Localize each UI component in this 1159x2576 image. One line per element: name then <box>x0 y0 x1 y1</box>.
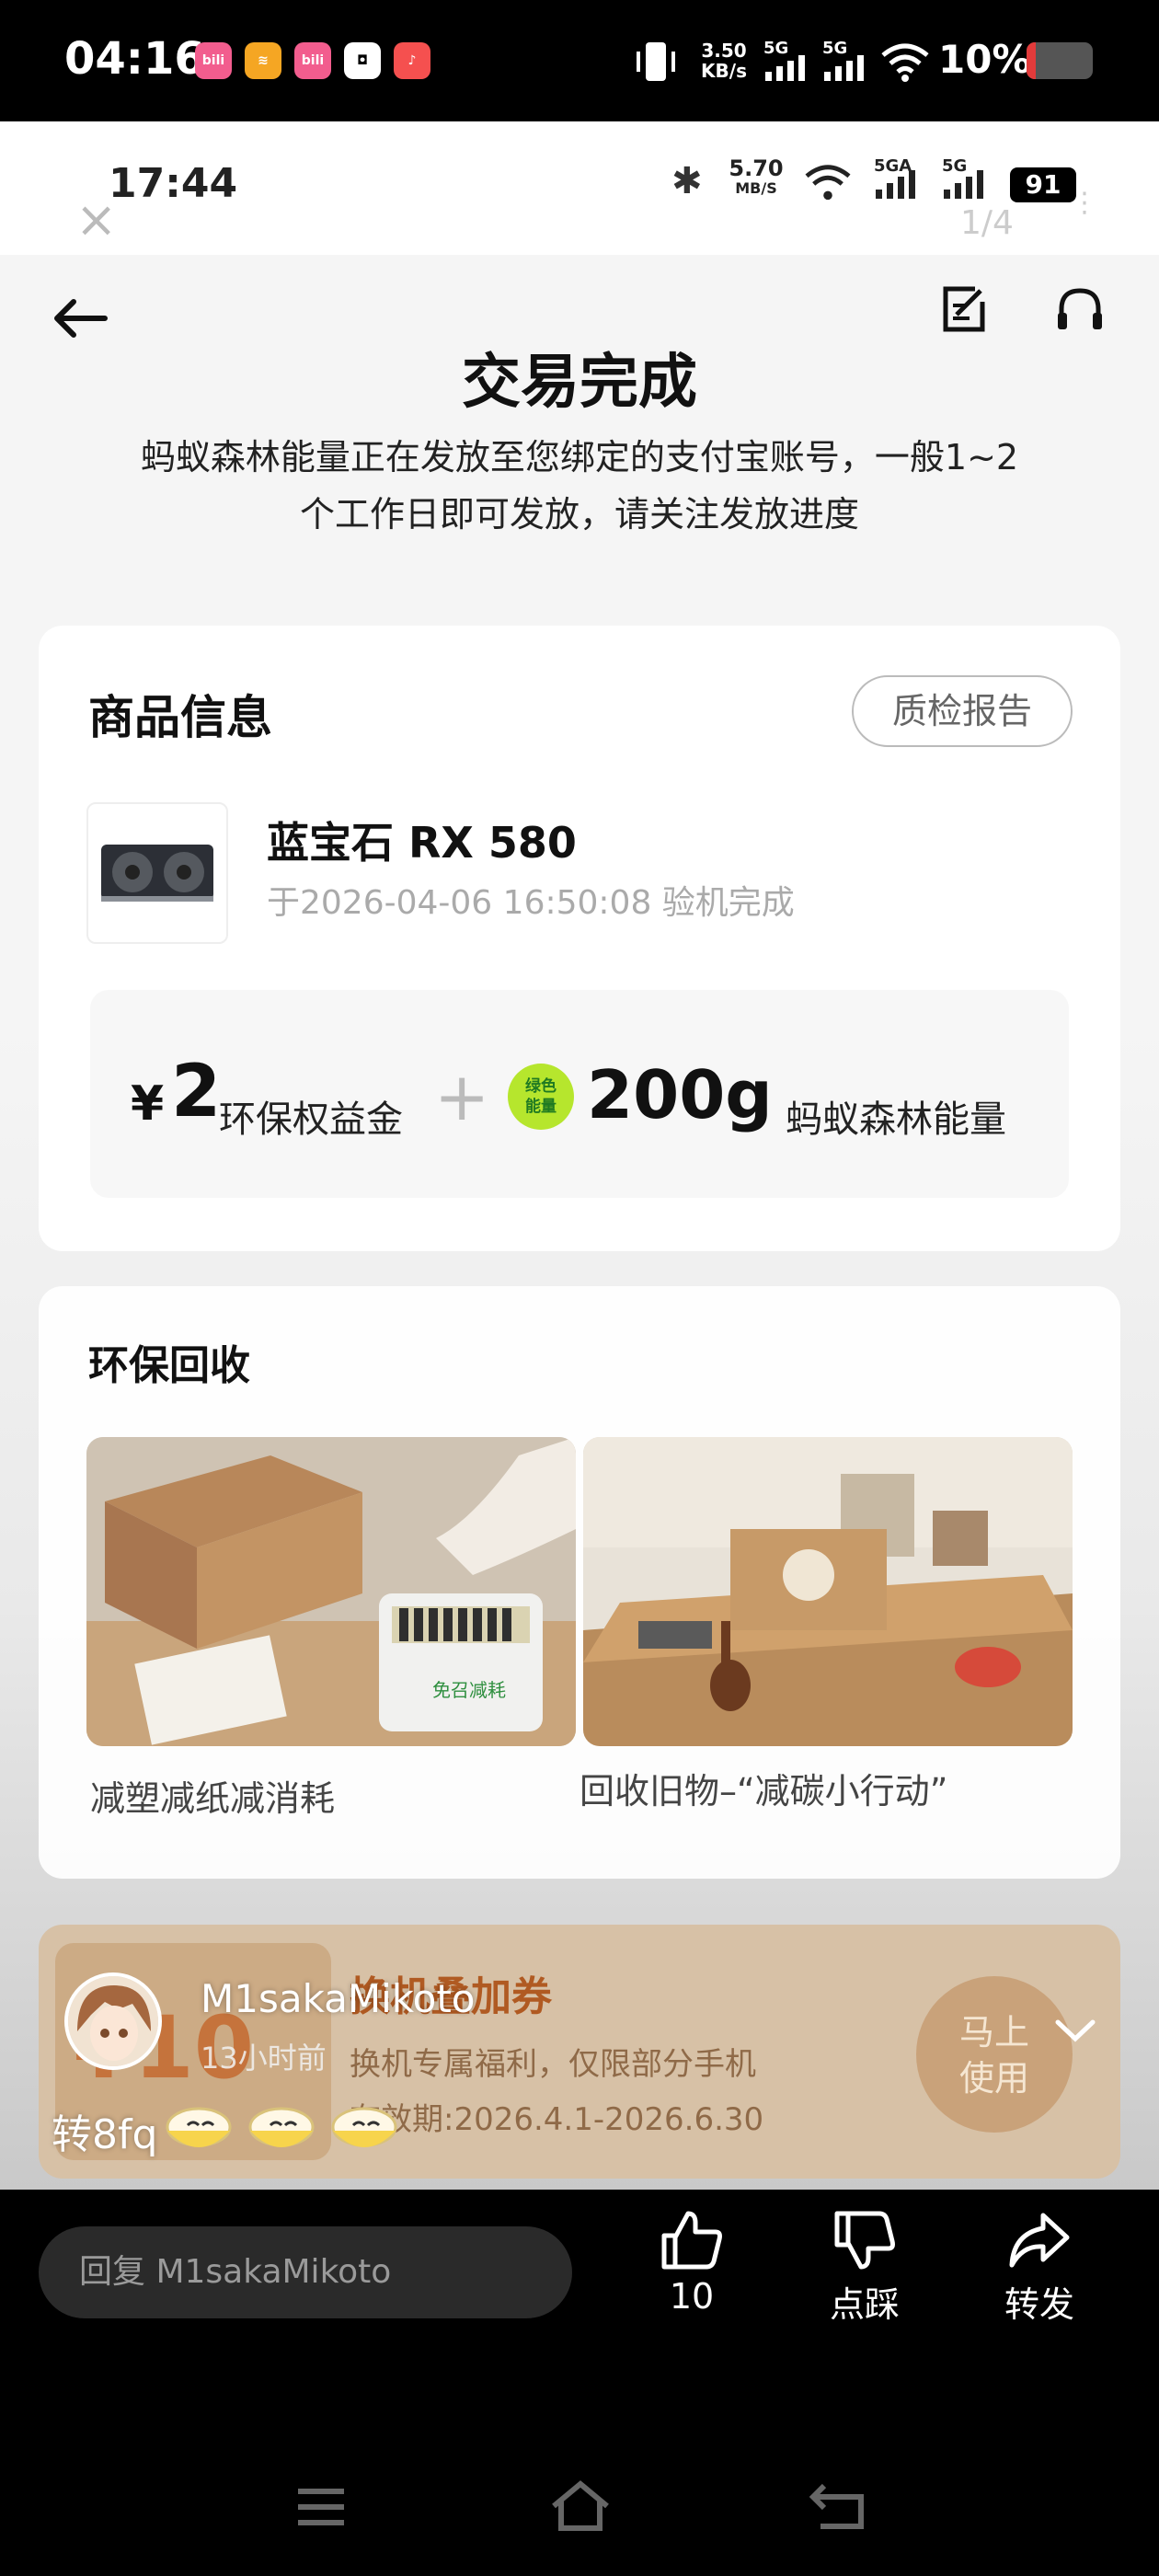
comment-text: 转8fq <box>52 2111 158 2158</box>
comment-time: 13小时前 <box>201 2041 327 2076</box>
menu-nav-icon[interactable] <box>293 2484 350 2530</box>
currency-symbol: ¥ <box>131 1076 165 1132</box>
bluetooth-icon: ✱ <box>671 160 703 202</box>
emoji-row <box>166 2107 397 2147</box>
inner-clock: 17:44 <box>109 160 238 207</box>
product-thumbnail[interactable] <box>86 802 228 944</box>
anime-avatar-image <box>68 1976 158 2066</box>
inner-net-speed: 5.70 MB/S <box>729 155 784 197</box>
green-energy-badge: 绿色 能量 <box>508 1064 574 1130</box>
product-name: 蓝宝石 RX 580 <box>267 818 577 868</box>
graphics-card-image <box>101 845 213 902</box>
battery-icon <box>1027 42 1093 79</box>
bilibili-app-icon: bili <box>195 42 232 79</box>
notification-app-icon: ≋ <box>245 42 281 79</box>
signal-icon-2 <box>824 55 864 81</box>
headset-icon[interactable] <box>1054 283 1106 335</box>
thumbs-down-icon <box>834 2211 895 2270</box>
eco-recycle-card: 环保回收 免召减耗 减塑减纸减消耗 回收旧物–“减碳小行动” <box>39 1286 1120 1879</box>
outer-clock: 04:16 <box>64 33 205 85</box>
home-nav-icon[interactable] <box>548 2478 613 2534</box>
wifi-icon <box>881 43 929 82</box>
chevron-down-icon[interactable] <box>1054 2017 1096 2044</box>
recycle-heading: 环保回收 <box>88 1342 250 1389</box>
product-info-card: 商品信息 质检报告 蓝宝石 RX 580 于2026-04-06 16:50:0… <box>39 626 1120 1251</box>
energy-amount: 200g <box>587 1056 773 1133</box>
bilibili-app-icon-2: bili <box>294 42 331 79</box>
rice-bowl-emoji-icon-3 <box>331 2107 397 2147</box>
battery-box-illustration: 免召减耗 <box>86 1437 576 1746</box>
outer-battery-text: 10% <box>938 37 1031 82</box>
inner-status-bar: 17:44 × ✱ 5.70 MB/S 5GA 5G 1/4 91 ⋮ <box>0 121 1159 255</box>
signal-icon <box>765 55 805 81</box>
recycle-item-2-image[interactable] <box>583 1437 1073 1746</box>
rice-bowl-emoji-icon-2 <box>248 2107 315 2147</box>
edit-icon[interactable] <box>938 283 990 335</box>
inner-battery: 91 <box>1010 167 1076 202</box>
share-arrow-icon <box>1009 2213 1070 2268</box>
share-button[interactable]: 转发 <box>966 2208 1113 2327</box>
rice-bowl-emoji-icon <box>166 2107 232 2147</box>
close-icon[interactable]: × <box>75 195 117 245</box>
outer-status-bar: 04:16 bili ≋ bili ◘ ♪ 3.50 KB/s 5G 5G 10% <box>0 0 1159 121</box>
recycle-item-1-caption: 减塑减纸减消耗 <box>90 1778 336 1819</box>
comment-username[interactable]: M1sakaMikoto <box>201 1976 476 2021</box>
quality-report-button[interactable]: 质检报告 <box>852 675 1073 747</box>
inner-signal-icon <box>876 170 915 199</box>
reward-panel: ¥ 2 环保权益金 + 绿色 能量 200g 蚂蚁森林能量 <box>90 990 1069 1198</box>
avatar[interactable] <box>64 1972 162 2070</box>
coupon-validity: 有效期:2026.4.1-2026.6.30 <box>350 2101 764 2138</box>
use-coupon-button[interactable]: 马上 使用 <box>916 1976 1073 2133</box>
page-counter: 1/4 <box>960 204 1014 242</box>
like-button[interactable]: 10 <box>618 2208 765 2317</box>
energy-label: 蚂蚁森林能量 <box>786 1098 1006 1141</box>
svg-text:免召减耗: 免召减耗 <box>432 1679 506 1701</box>
back-nav-icon[interactable] <box>808 2480 868 2532</box>
reply-input[interactable]: 回复 M1sakaMikoto <box>39 2226 572 2318</box>
page-subtitle: 蚂蚁森林能量正在发放至您绑定的支付宝账号，一般1~2 个工作日即可发放，请关注发… <box>140 437 1019 535</box>
like-count: 10 <box>669 2276 715 2317</box>
page-title: 交易完成 <box>462 349 697 417</box>
music-app-icon: ♪ <box>394 42 430 79</box>
vibrate-icon <box>637 42 675 81</box>
plus-sign: + <box>434 1058 490 1135</box>
coupon-desc: 换机专属福利，仅限部分手机 <box>350 2046 756 2083</box>
share-label: 转发 <box>1004 2284 1074 2325</box>
desk-recycling-illustration <box>583 1437 1073 1746</box>
reward-label: 环保权益金 <box>219 1098 403 1141</box>
product-info-heading: 商品信息 <box>88 691 272 744</box>
recycle-item-2-caption: 回收旧物–“减碳小行动” <box>580 1771 948 1811</box>
reward-amount: 2 <box>171 1051 222 1133</box>
inner-signal-icon-2 <box>944 170 983 199</box>
inner-wifi-icon <box>805 165 851 201</box>
more-icon[interactable]: ⋮ <box>1071 190 1098 217</box>
outer-net-speed: 3.50 KB/s <box>701 40 747 82</box>
inspection-time: 于2026-04-06 16:50:08 验机完成 <box>267 884 795 922</box>
dislike-button[interactable]: 点踩 <box>791 2208 938 2327</box>
thumbs-up-icon <box>661 2211 722 2270</box>
square-app-icon: ◘ <box>344 42 381 79</box>
back-arrow-icon[interactable] <box>50 296 110 340</box>
recycle-item-1-image[interactable]: 免召减耗 <box>86 1437 576 1746</box>
screenshot-view: 17:44 × ✱ 5.70 MB/S 5GA 5G 1/4 91 ⋮ 交易完成… <box>0 121 1159 2190</box>
dislike-label: 点踩 <box>829 2284 900 2325</box>
